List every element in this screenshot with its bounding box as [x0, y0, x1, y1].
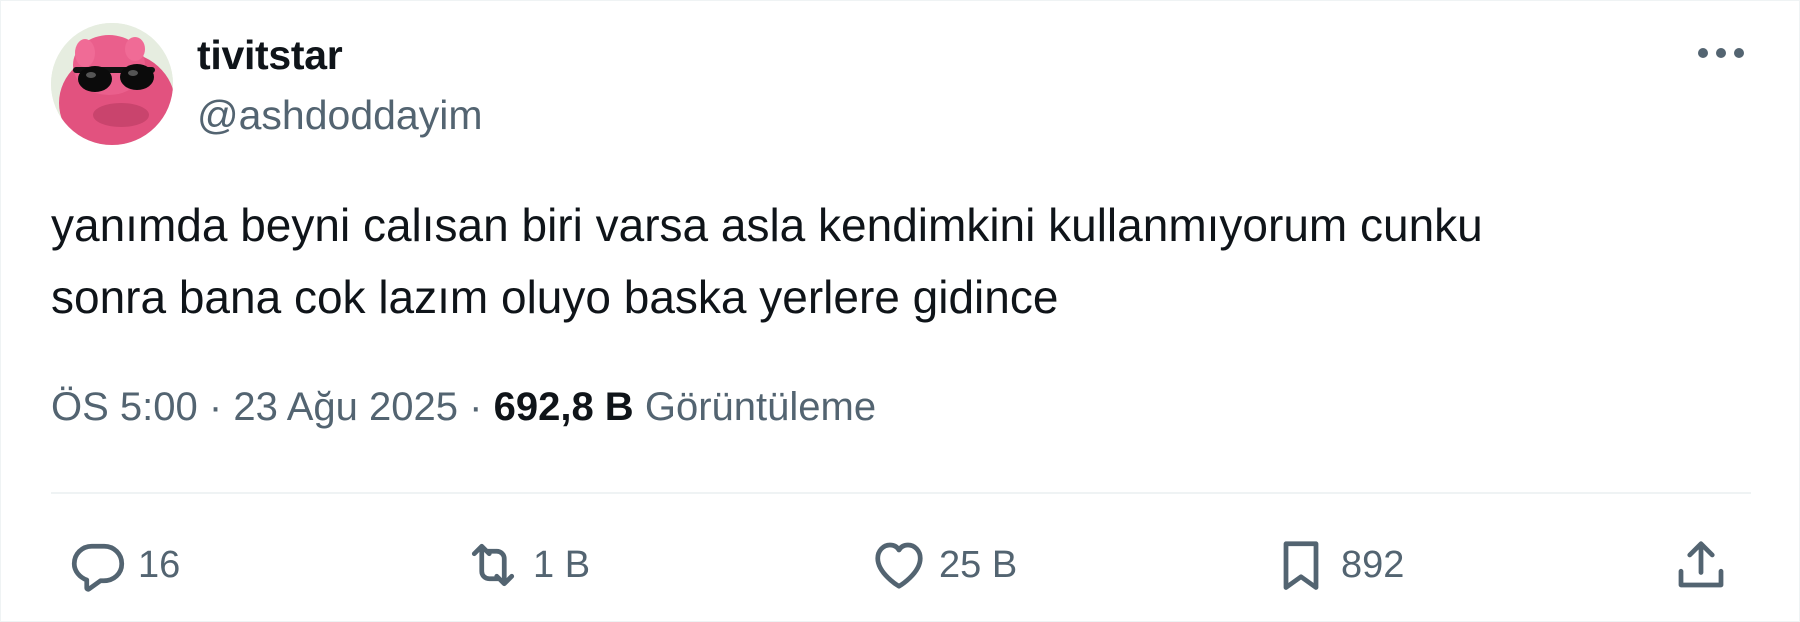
action-bar: 16 1 B 25 B 892: [1, 521, 1800, 611]
tweet-text-line: sonra bana cok lazım oluyo baska yerlere…: [51, 271, 1059, 323]
views-label: Görüntüleme: [644, 385, 877, 429]
views-count: 692,8 B: [493, 385, 634, 429]
bookmark-button[interactable]: 892: [1271, 535, 1404, 595]
bookmark-count: 892: [1341, 544, 1405, 586]
avatar[interactable]: [51, 23, 173, 145]
reply-count: 16: [138, 544, 181, 586]
meta-separator: ·: [208, 385, 223, 429]
heart-icon: [875, 542, 923, 589]
retweet-icon: [471, 543, 515, 587]
like-button[interactable]: 25 B: [869, 535, 1017, 595]
share-icon: [1678, 541, 1724, 588]
reply-button[interactable]: 16: [68, 535, 180, 595]
divider: [51, 492, 1751, 494]
tweet-date[interactable]: 23 Ağu 2025: [233, 385, 458, 429]
share-button[interactable]: [1671, 535, 1731, 595]
meta-separator: ·: [469, 385, 483, 429]
display-name[interactable]: tivitstar: [197, 31, 343, 79]
retweet-count: 1 B: [533, 544, 591, 586]
reply-icon: [71, 543, 125, 592]
tweet-meta: ÖS 5:00 · 23 Ağu 2025 · 692,8 B Görüntül…: [51, 383, 876, 431]
like-count: 25 B: [939, 544, 1018, 586]
tweet-text-line: yanımda beyni calısan biri varsa asla ke…: [51, 199, 1483, 251]
user-handle[interactable]: @ashdoddayim: [197, 91, 483, 139]
retweet-button[interactable]: 1 B: [463, 535, 590, 595]
tweet-text: yanımda beyni calısan biri varsa asla ke…: [51, 189, 1751, 333]
tweet-time[interactable]: ÖS 5:00: [51, 385, 198, 429]
bookmark-icon: [1283, 541, 1319, 590]
tweet-card: tivitstar @ashdoddayim yanımda beyni cal…: [0, 0, 1800, 622]
more-options-button[interactable]: [1691, 33, 1751, 73]
more-dots-icon: [1698, 48, 1744, 58]
avatar-image: [51, 23, 173, 145]
